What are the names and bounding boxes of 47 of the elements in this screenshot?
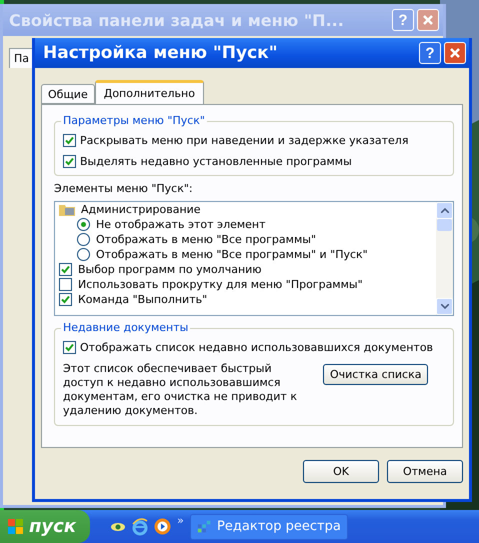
- scroll-thumb[interactable]: [437, 219, 452, 231]
- close-icon: [422, 14, 434, 26]
- chevron[interactable]: »: [177, 514, 184, 527]
- list-item: Администрирование: [81, 203, 201, 216]
- caret-down-icon: [440, 304, 448, 309]
- close-button[interactable]: [444, 42, 466, 64]
- checkbox[interactable]: [63, 341, 76, 354]
- checkbox-label: Выбор программ по умолчанию: [78, 263, 262, 276]
- radio-label: Отображать в меню "Все программы": [96, 233, 316, 246]
- scrollbar[interactable]: [436, 202, 453, 315]
- flag-icon: [8, 518, 24, 534]
- browser-icon[interactable]: [132, 518, 148, 536]
- checkbox-label: Отображать список недавно использовавшихся документов: [80, 341, 434, 354]
- description-text: Этот список обеспечивает быстрый доступ к недавно использовавшимся документам, его очистка не приводит к удалению документов.: [63, 362, 298, 418]
- tab[interactable]: Общие: [41, 84, 95, 104]
- window-title: Свойства панели задач и меню "П...: [9, 10, 345, 30]
- media-player-icon[interactable]: [154, 518, 172, 535]
- folder-icon: [59, 203, 75, 216]
- caret-up-icon: [440, 208, 448, 213]
- dialog-button[interactable]: Отмена: [387, 460, 463, 483]
- checkbox[interactable]: [59, 278, 72, 291]
- radio-label: Не отображать этот элемент: [96, 218, 266, 231]
- close-icon: [449, 47, 461, 59]
- radio-button[interactable]: [77, 248, 90, 261]
- registry-icon: [196, 518, 212, 534]
- tab[interactable]: Дополнительно: [94, 80, 204, 105]
- checkbox-label: Выделять недавно установленные программы: [80, 155, 352, 168]
- eye-icon[interactable]: [110, 520, 126, 532]
- checkbox-label: Использовать прокрутку для меню "Программы": [78, 278, 363, 291]
- clear-list-button[interactable]: Очистка списка: [323, 364, 428, 385]
- checkbox[interactable]: [63, 155, 76, 168]
- checkbox-label: Раскрывать меню при наведении и задержке указателя: [80, 134, 408, 147]
- list-label: Элементы меню "Пуск":: [54, 182, 194, 195]
- help-button[interactable]: ?: [419, 42, 441, 64]
- checkbox[interactable]: [59, 293, 72, 306]
- scroll-up-button[interactable]: [436, 202, 453, 219]
- radio-button[interactable]: [77, 218, 90, 231]
- checkbox-label: Команда "Выполнить": [78, 293, 208, 306]
- scroll-down-button[interactable]: [436, 298, 453, 315]
- checkbox[interactable]: [59, 263, 72, 276]
- group-title: Параметры меню "Пуск": [61, 114, 207, 127]
- radio-label: Отображать в меню "Все программы" и "Пуск": [96, 248, 368, 261]
- group-title: Недавние документы: [61, 321, 190, 334]
- taskbar-button[interactable]: Редактор реестра: [190, 514, 348, 540]
- checkbox[interactable]: [63, 134, 76, 147]
- dialog-button[interactable]: OK: [303, 460, 379, 483]
- radio-button[interactable]: [77, 233, 90, 246]
